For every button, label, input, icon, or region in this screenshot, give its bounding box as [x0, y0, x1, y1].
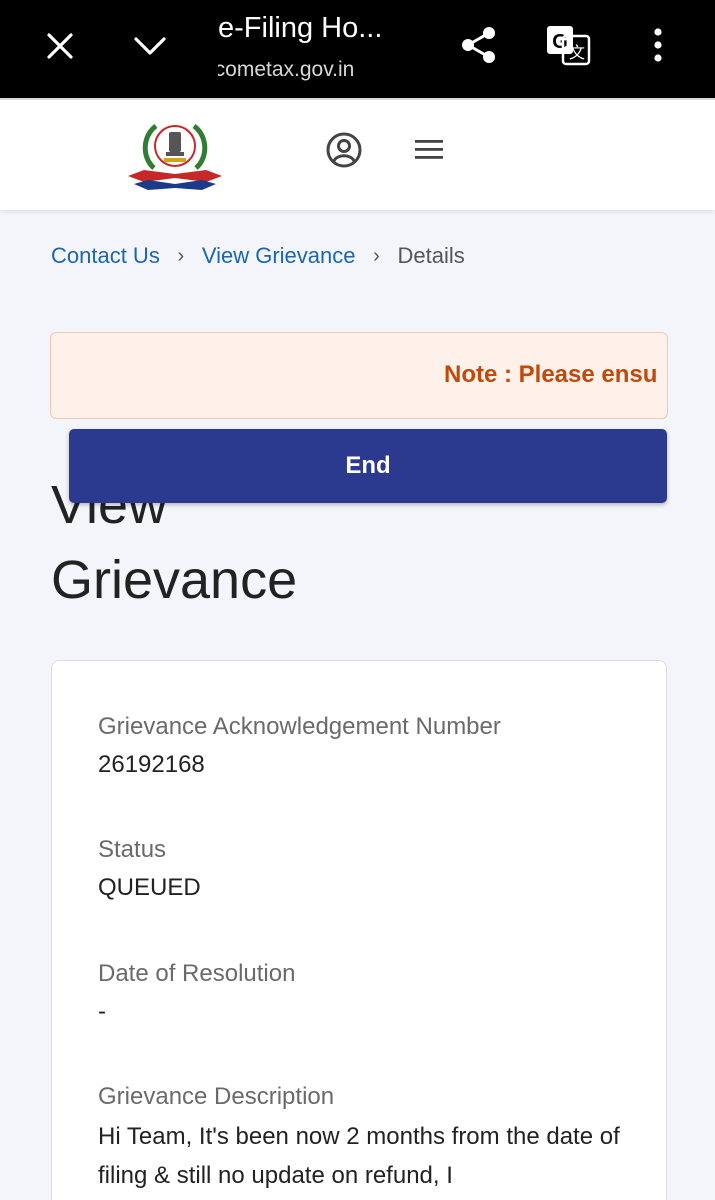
- grievance-details-card: Grievance Acknowledgement Number 2619216…: [51, 660, 667, 1200]
- chevron-right-icon: ›: [373, 244, 380, 267]
- breadcrumb: Contact Us › View Grievance › Details: [51, 240, 465, 272]
- note-banner: Note : Please ensu: [50, 332, 668, 419]
- site-header: [0, 98, 715, 210]
- close-icon[interactable]: [38, 24, 82, 68]
- chevron-right-icon: ›: [177, 244, 185, 267]
- breadcrumb-details: Details: [397, 243, 465, 268]
- page-title-line-2: Grievance: [51, 550, 298, 610]
- browser-page-title: e-Filing Ho...: [218, 12, 383, 44]
- browser-url-text: icometax.gov.in: [218, 58, 355, 81]
- description-value: Hi Team, It's been now 2 months from the…: [98, 1123, 620, 1189]
- chevron-down-icon[interactable]: [128, 24, 172, 68]
- resolution-date-label: Date of Resolution: [98, 960, 296, 987]
- ack-number-value: 26192168: [98, 751, 205, 778]
- page: e-Filing Ho... icometax.gov.in G 文 Conta…: [0, 0, 715, 1200]
- resolution-date-value: -: [98, 998, 106, 1025]
- resolution-date-field: Date of Resolution -: [98, 958, 638, 1032]
- status-value: QUEUED: [98, 874, 201, 901]
- description-field: Grievance Description Hi Team, It's been…: [98, 1081, 638, 1195]
- income-tax-department-logo[interactable]: [124, 118, 226, 194]
- svg-text:G: G: [552, 31, 568, 53]
- end-button[interactable]: End: [69, 429, 667, 503]
- svg-text:文: 文: [569, 43, 585, 62]
- share-icon[interactable]: [456, 22, 502, 68]
- more-vert-icon[interactable]: [640, 22, 676, 68]
- description-label: Grievance Description: [98, 1083, 335, 1110]
- user-circle-icon[interactable]: [322, 128, 366, 172]
- browser-url[interactable]: icometax.gov.in: [218, 58, 438, 82]
- translate-icon[interactable]: G 文: [543, 20, 593, 70]
- hamburger-icon[interactable]: [410, 132, 448, 168]
- status-label: Status: [98, 836, 167, 863]
- breadcrumb-view-grievance[interactable]: View Grievance: [202, 243, 356, 269]
- note-text: Note : Please ensu: [444, 361, 658, 388]
- breadcrumb-contact-us[interactable]: Contact Us: [51, 243, 160, 269]
- browser-top-bar: e-Filing Ho... icometax.gov.in G 文: [0, 0, 715, 98]
- status-field: Status QUEUED: [98, 834, 638, 908]
- ack-number-label: Grievance Acknowledgement Number: [98, 713, 501, 740]
- ack-number-field: Grievance Acknowledgement Number 2619216…: [98, 711, 638, 785]
